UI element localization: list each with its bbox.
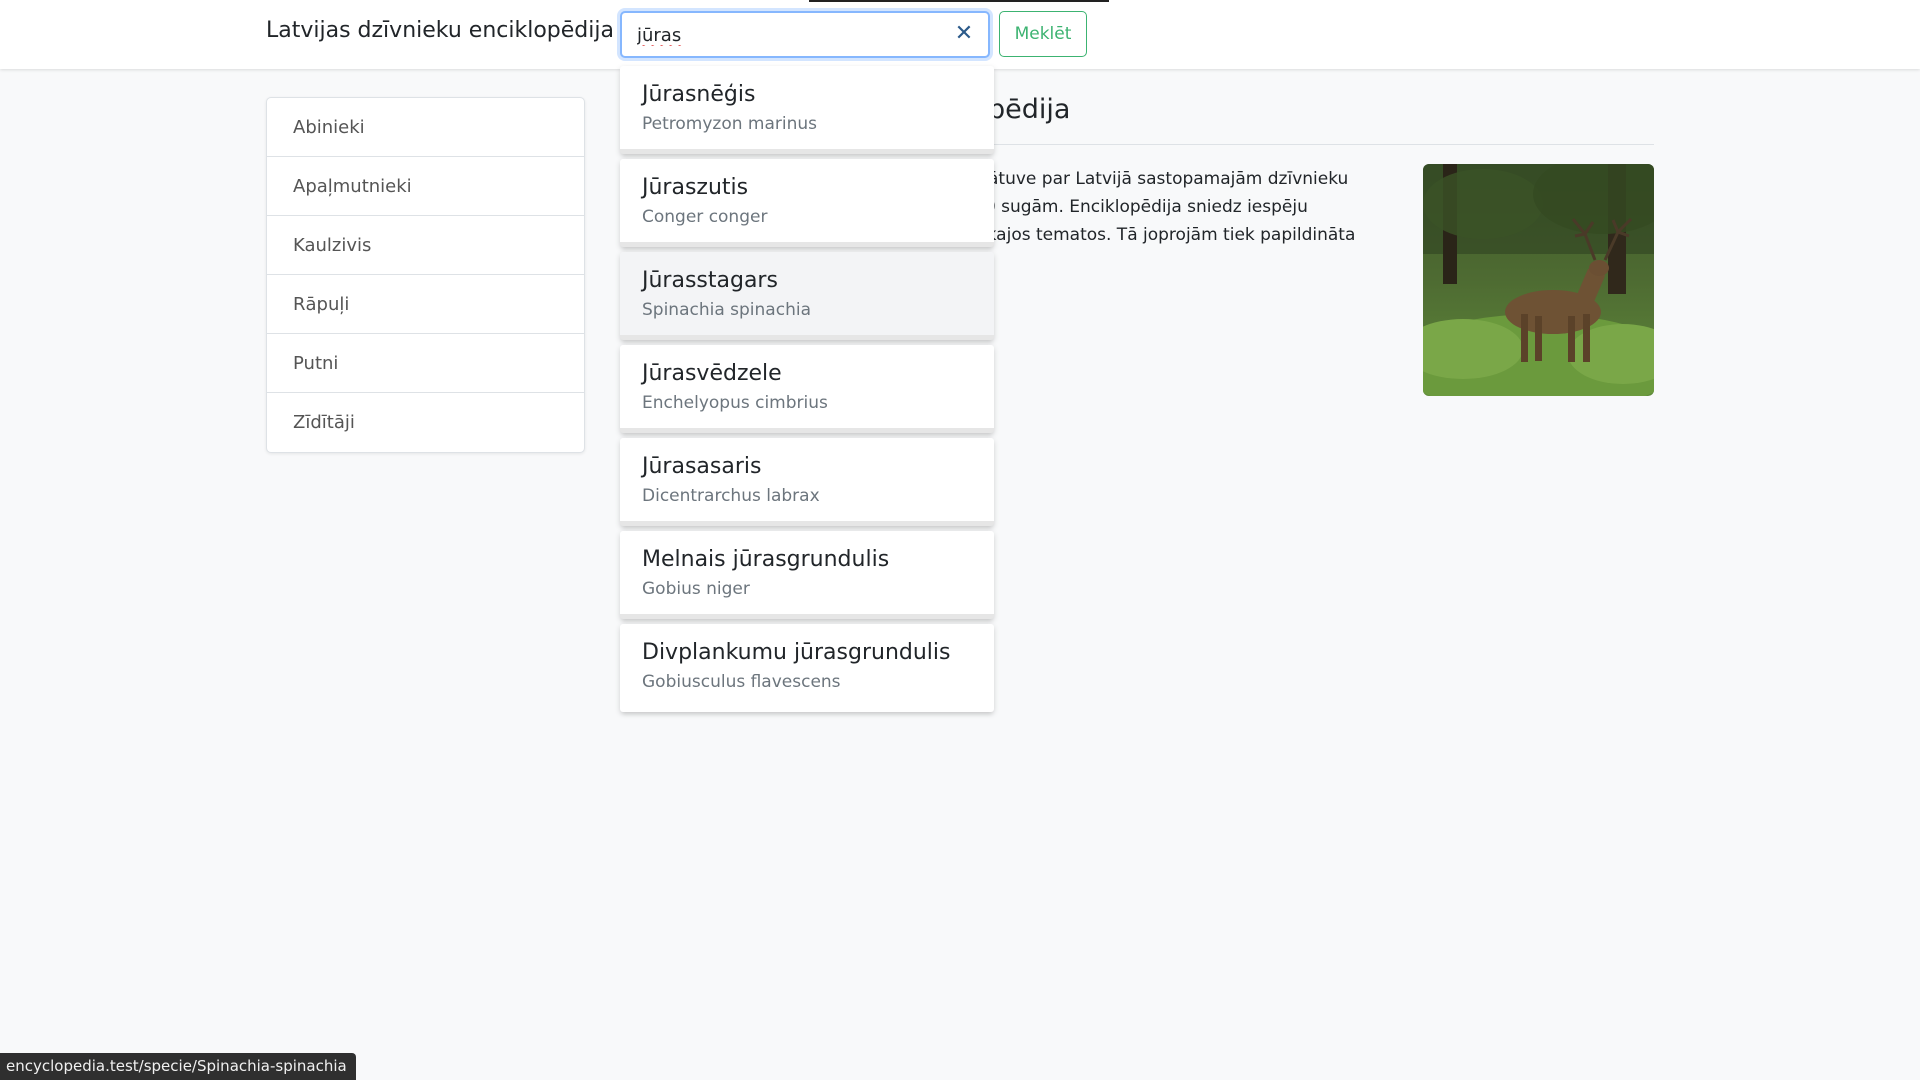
red-deer-photo-icon bbox=[1423, 164, 1654, 396]
intro-text: u krātuve par Latvijā sastopamajām dzīvn… bbox=[955, 165, 1375, 249]
sidebar-item-putni[interactable]: Putni bbox=[267, 334, 584, 393]
search-input[interactable] bbox=[637, 23, 937, 47]
red-deer-image bbox=[1423, 164, 1654, 396]
title-divider bbox=[928, 144, 1654, 145]
suggestion-name: Jūrasvēdzele bbox=[642, 361, 782, 386]
suggestion-item-hovered[interactable]: Jūrasstagars Spinachia spinachia bbox=[620, 252, 994, 340]
intro-line: īz 90 sugām. Enciklopēdija sniedz iespēj… bbox=[955, 197, 1308, 217]
loading-indicator-line bbox=[809, 0, 1109, 2]
suggestion-name: Divplankumu jūrasgrundulis bbox=[642, 640, 951, 665]
site-brand[interactable]: Latvijas dzīvnieku enciklopēdija bbox=[266, 18, 614, 43]
suggestion-latin-name: Spinachia spinachia bbox=[642, 300, 811, 320]
intro-line: ādākajos tematos. Tā joprojām tiek papil… bbox=[955, 225, 1356, 245]
suggestion-latin-name: Petromyzon marinus bbox=[642, 114, 818, 134]
search-suggestions-dropdown: Jūrasnēģis Petromyzon marinus Jūraszutis… bbox=[620, 66, 994, 717]
suggestion-latin-name: Conger conger bbox=[642, 207, 768, 227]
clear-search-icon[interactable]: ✕ bbox=[952, 22, 976, 46]
sidebar-item-rapuli[interactable]: Rāpuļi bbox=[267, 275, 584, 334]
suggestion-name: Jūrasasaris bbox=[642, 454, 762, 479]
suggestion-name: Melnais jūrasgrundulis bbox=[642, 547, 890, 572]
sidebar-item-kaulzivis[interactable]: Kaulzivis bbox=[267, 216, 584, 275]
suggestion-item[interactable]: Divplankumu jūrasgrundulis Gobiusculus f… bbox=[620, 624, 994, 712]
suggestion-item[interactable]: Melnais jūrasgrundulis Gobius niger bbox=[620, 531, 994, 619]
category-sidebar: Abinieki Apaļmutnieki Kaulzivis Rāpuļi P… bbox=[266, 97, 585, 453]
search-box[interactable]: ✕ bbox=[620, 11, 990, 58]
sidebar-item-apalmutnieki[interactable]: Apaļmutnieki bbox=[267, 157, 584, 216]
sidebar-item-abinieki[interactable]: Abinieki bbox=[267, 98, 584, 157]
suggestion-item[interactable]: Jūrasvēdzele Enchelyopus cimbrius bbox=[620, 345, 994, 433]
suggestion-latin-name: Enchelyopus cimbrius bbox=[642, 393, 828, 413]
suggestion-latin-name: Dicentrarchus labrax bbox=[642, 486, 820, 506]
suggestion-name: Jūraszutis bbox=[642, 175, 749, 200]
page-title: pēdija bbox=[988, 94, 1071, 125]
suggestion-latin-name: Gobiusculus flavescens bbox=[642, 672, 841, 692]
intro-line: u krātuve par Latvijā sastopamajām dzīvn… bbox=[955, 169, 1349, 189]
suggestion-item[interactable]: Jūraszutis Conger conger bbox=[620, 159, 994, 247]
page-title-container: pēdija bbox=[928, 94, 1658, 144]
suggestion-latin-name: Gobius niger bbox=[642, 579, 750, 599]
suggestion-name: Jūrasnēģis bbox=[642, 82, 756, 107]
top-navbar: Latvijas dzīvnieku enciklopēdija ✕ Meklē… bbox=[0, 0, 1920, 69]
link-status-bar: encyclopedia.test/specie/Spinachia-spina… bbox=[0, 1053, 356, 1080]
suggestion-item[interactable]: Jūrasnēģis Petromyzon marinus bbox=[620, 66, 994, 154]
search-button[interactable]: Meklēt bbox=[999, 11, 1087, 57]
suggestion-name: Jūrasstagars bbox=[642, 268, 778, 293]
sidebar-item-ziditaji[interactable]: Zīdītāji bbox=[267, 393, 584, 452]
suggestion-item[interactable]: Jūrasasaris Dicentrarchus labrax bbox=[620, 438, 994, 526]
